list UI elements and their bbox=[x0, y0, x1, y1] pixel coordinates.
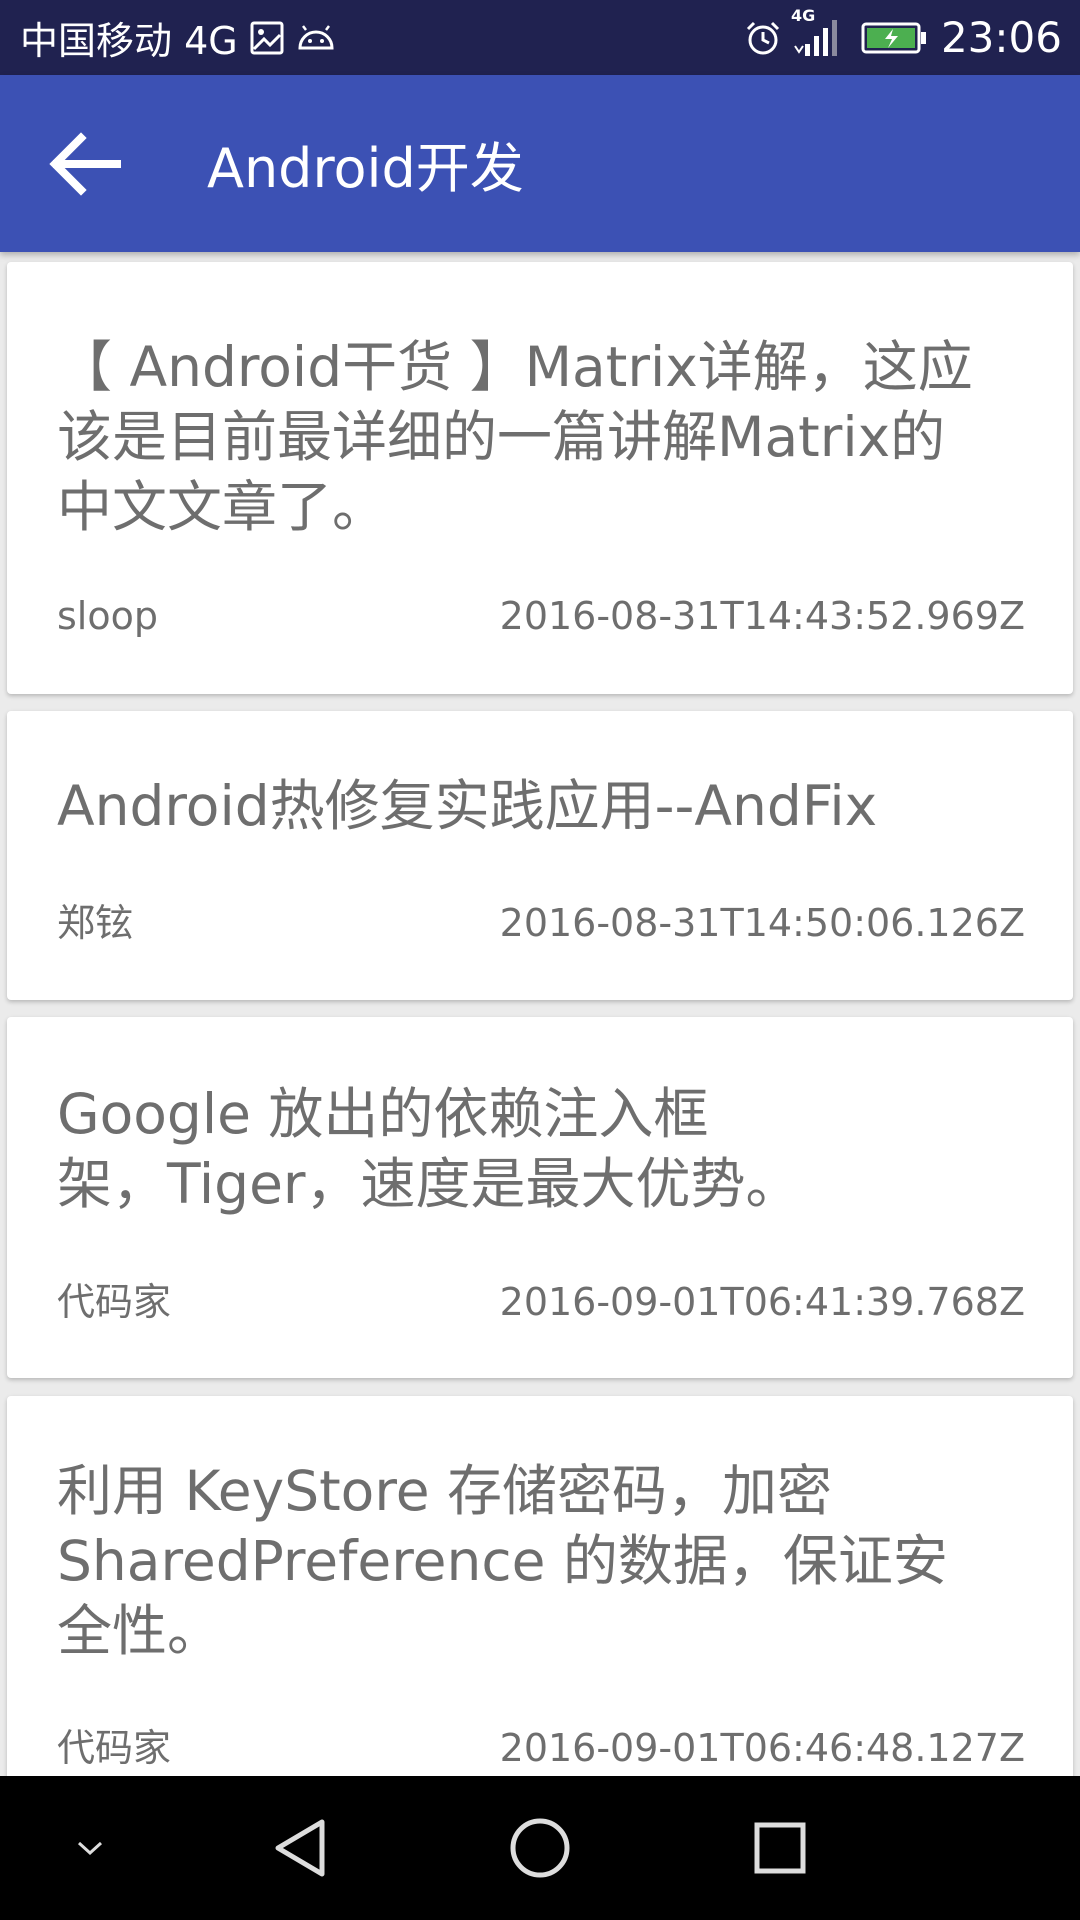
navigation-bar bbox=[0, 1776, 1080, 1920]
page-title: Android开发 bbox=[207, 137, 524, 200]
article-title-line: 【 Android干货 】Matrix详解，这应 bbox=[57, 335, 973, 399]
nav-recents-button[interactable] bbox=[700, 1776, 860, 1920]
back-triangle-icon bbox=[275, 1819, 325, 1877]
article-title-line: Android热修复实践应用--AndFix bbox=[57, 774, 878, 838]
alarm-icon bbox=[745, 20, 781, 56]
image-icon bbox=[250, 21, 284, 55]
nav-back-button[interactable] bbox=[220, 1776, 380, 1920]
article-title-line: 全性。 bbox=[57, 1599, 223, 1663]
article-card[interactable]: Google 放出的依赖注入框 架，Tiger，速度是最大优势。 代码家 201… bbox=[7, 1017, 1073, 1378]
nav-home-button[interactable] bbox=[460, 1776, 620, 1920]
chevron-down-icon bbox=[77, 1841, 103, 1856]
carrier-label: 中国移动 4G bbox=[20, 19, 238, 63]
article-date: 2016-08-31T14:50:06.126Z bbox=[499, 901, 1025, 945]
article-card[interactable]: Android热修复实践应用--AndFix 郑铉 2016-08-31T14:… bbox=[7, 711, 1073, 1000]
article-author: sloop bbox=[57, 594, 158, 638]
app-bar: Android开发 bbox=[0, 75, 1080, 252]
article-author: 郑铉 bbox=[57, 901, 134, 945]
recents-square-icon bbox=[754, 1822, 806, 1874]
article-title-line: 架，Tiger，速度是最大优势。 bbox=[57, 1152, 801, 1216]
android-icon bbox=[296, 24, 336, 52]
article-title-line: 利用 KeyStore 存储密码，加密 bbox=[57, 1459, 833, 1523]
back-button[interactable] bbox=[30, 109, 140, 219]
article-title: 利用 KeyStore 存储密码，加密 SharedPreference 的数据… bbox=[57, 1456, 1027, 1666]
article-title-line: Google 放出的依赖注入框 bbox=[57, 1082, 709, 1146]
article-date: 2016-09-01T06:46:48.127Z bbox=[499, 1726, 1025, 1770]
article-card[interactable]: 【 Android干货 】Matrix详解，这应 该是目前最详细的一篇讲解Mat… bbox=[7, 262, 1073, 694]
article-card[interactable]: 利用 KeyStore 存储密码，加密 SharedPreference 的数据… bbox=[7, 1396, 1073, 1776]
network-type-label: 4G bbox=[790, 5, 816, 25]
article-list[interactable]: 【 Android干货 】Matrix详解，这应 该是目前最详细的一篇讲解Mat… bbox=[0, 252, 1080, 1776]
arrow-back-icon bbox=[49, 131, 121, 196]
signal-icon: 4G bbox=[791, 7, 839, 58]
article-title: Android热修复实践应用--AndFix bbox=[57, 771, 1027, 841]
hide-navbar-button[interactable] bbox=[10, 1776, 170, 1920]
article-title: 【 Android干货 】Matrix详解，这应 该是目前最详细的一篇讲解Mat… bbox=[57, 332, 1027, 542]
article-title-line: SharedPreference 的数据，保证安 bbox=[57, 1529, 948, 1593]
article-title-line: 中文文章了。 bbox=[57, 475, 388, 539]
status-bar: 中国移动 4G 4G 23:06 bbox=[0, 0, 1080, 75]
article-author: 代码家 bbox=[57, 1280, 172, 1324]
article-title-line: 该是目前最详细的一篇讲解Matrix的 bbox=[57, 405, 946, 469]
clock: 23:06 bbox=[940, 13, 1062, 62]
article-title: Google 放出的依赖注入框 架，Tiger，速度是最大优势。 bbox=[57, 1079, 1027, 1219]
article-author: 代码家 bbox=[57, 1726, 172, 1770]
battery-charging-icon bbox=[861, 22, 927, 54]
article-date: 2016-08-31T14:43:52.969Z bbox=[499, 594, 1025, 638]
article-date: 2016-09-01T06:41:39.768Z bbox=[499, 1280, 1025, 1324]
home-circle-icon bbox=[510, 1818, 570, 1878]
